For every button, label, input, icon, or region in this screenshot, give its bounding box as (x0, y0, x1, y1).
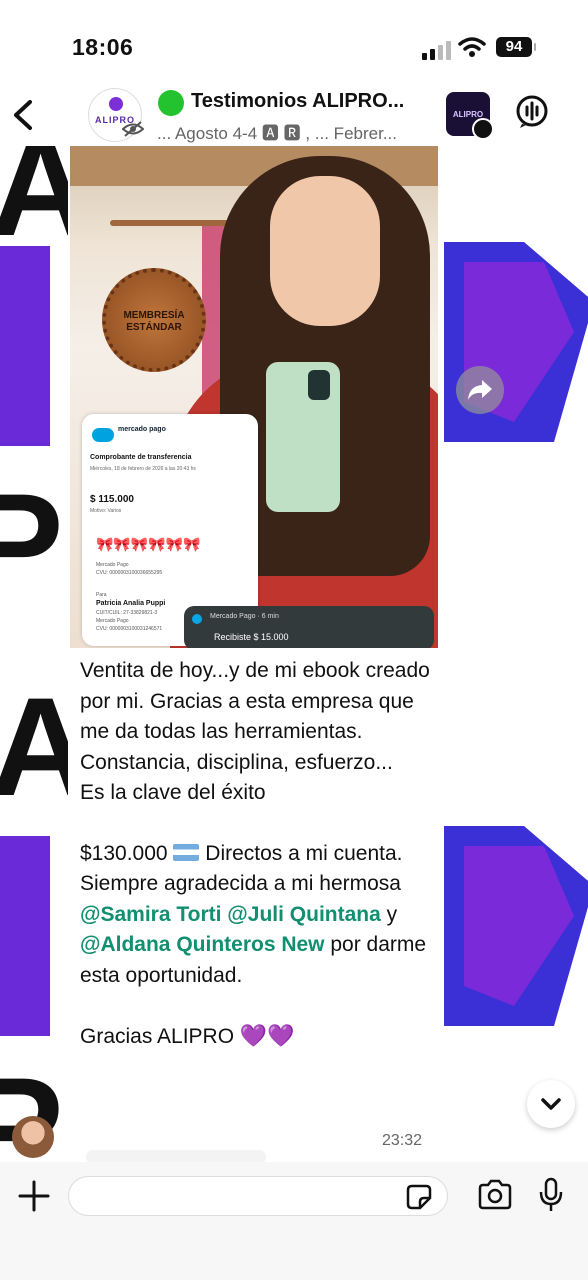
sticker-icon[interactable] (404, 1182, 434, 1212)
message-text: Ventita de hoy...y de mi ebook creado po… (80, 656, 436, 1053)
wallpaper-logo-shape (0, 246, 50, 446)
camera-icon[interactable] (476, 1178, 514, 1212)
mercado-pago-logo-icon (92, 428, 114, 442)
phone-in-photo (266, 362, 340, 512)
microphone-icon[interactable] (538, 1176, 564, 1214)
green-circle-icon (158, 90, 184, 116)
mercado-pago-icon (192, 614, 202, 624)
battery-indicator: 94 (496, 37, 536, 57)
signal-icon (422, 41, 451, 60)
channel-avatar[interactable]: ALIPRO (446, 92, 494, 140)
mention-link[interactable]: @Samira Torti (80, 903, 221, 926)
wallpaper-logo-shape (444, 826, 588, 1026)
message-photo[interactable]: MEMBRESÍA ESTÁNDAR mercado pago Comproba… (70, 146, 438, 648)
scroll-down-button[interactable] (527, 1080, 575, 1128)
payment-notification: Mercado Pago · 6 min Recibiste $ 15.000 (184, 606, 434, 648)
status-bar: 18:06 94 (0, 0, 588, 84)
logo-icon (109, 97, 123, 111)
wifi-icon (458, 37, 486, 57)
clock: 18:06 (72, 34, 134, 60)
composer-bar (0, 1162, 588, 1280)
message-time: 23:32 (382, 1132, 423, 1149)
wallpaper-logo-shape (0, 836, 50, 1036)
message-input[interactable] (68, 1176, 448, 1216)
group-subtitle[interactable]: ... Agosto 4-4 🅰 🆁 , ... Febrer... (157, 119, 432, 144)
forward-icon (468, 380, 492, 400)
receipt-amount: $ 115.000 (90, 494, 134, 505)
chat-header: ALIPRO Testimonios ALIPRO... ... Agosto … (0, 84, 588, 146)
voice-chat-icon[interactable] (514, 94, 550, 130)
membership-badge: MEMBRESÍA ESTÁNDAR (102, 268, 206, 372)
plus-icon[interactable] (16, 1178, 52, 1214)
chevron-down-icon (541, 1098, 561, 1110)
mention-link[interactable]: @Juli Quintana (227, 903, 381, 926)
purple-hearts-icon: 💜💜 (239, 1023, 295, 1048)
back-icon[interactable] (10, 96, 38, 134)
argentina-flag-icon (173, 843, 200, 861)
group-title[interactable]: Testimonios ALIPRO... (191, 90, 431, 113)
sender-avatar[interactable] (12, 1116, 54, 1158)
mention-link[interactable]: @Aldana Quinteros New (80, 933, 325, 956)
hidden-eye-icon (122, 121, 144, 137)
check-badge-icon (472, 118, 494, 140)
forward-button[interactable] (456, 366, 504, 414)
